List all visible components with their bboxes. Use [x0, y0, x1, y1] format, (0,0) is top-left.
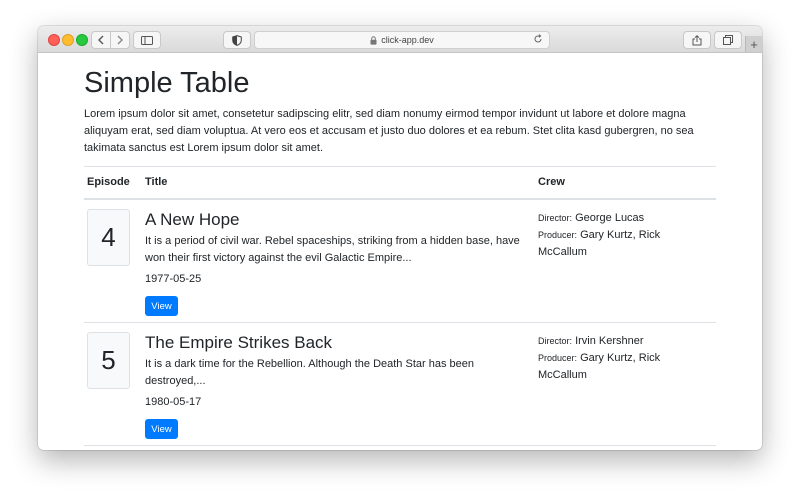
page-intro: Lorem ipsum dolor sit amet, consetetur s…: [84, 108, 694, 154]
table-row: 4 A New Hope It is a period of civil war…: [84, 200, 716, 323]
crew-info: Director: George Lucas Producer: Gary Ku…: [538, 210, 678, 261]
director-line: Director: Irvin Kershner: [538, 333, 678, 350]
column-header-title: Title: [145, 176, 168, 188]
film-title: A New Hope: [145, 210, 240, 229]
privacy-shield-icon: [232, 34, 242, 46]
column-header-episode: Episode: [87, 176, 130, 188]
lock-icon: [370, 35, 377, 45]
column-header-crew: Crew: [538, 176, 565, 188]
opening-crawl: It is a dark time for the Rebellion. Alt…: [145, 358, 474, 387]
crew-info: Director: Irvin Kershner Producer: Gary …: [538, 333, 678, 384]
opening-crawl: It is a period of civil war. Rebel space…: [145, 235, 520, 264]
url-text: click-app.dev: [381, 35, 434, 45]
share-button[interactable]: [683, 31, 711, 49]
share-icon: [692, 34, 702, 45]
navigation-buttons: [91, 31, 130, 49]
release-date: 1977-05-25: [145, 273, 202, 285]
forward-icon: [117, 35, 123, 45]
view-button[interactable]: View: [145, 296, 178, 316]
episode-number: 4: [87, 209, 130, 266]
table-row: 5 The Empire Strikes Back It is a dark t…: [84, 323, 716, 446]
browser-window: click-app.dev + Simple Table Lorem ipsum…: [38, 26, 762, 450]
producer-label: Producer:: [538, 353, 578, 363]
view-button[interactable]: View: [145, 419, 178, 439]
sidebar-icon: [141, 35, 153, 45]
forward-button[interactable]: [110, 32, 129, 48]
address-bar[interactable]: click-app.dev: [254, 31, 550, 49]
sidebar-button[interactable]: [133, 31, 161, 49]
director-name: Irvin Kershner: [575, 335, 644, 347]
back-icon: [98, 35, 104, 45]
table-top-border: [84, 166, 716, 167]
new-tab-button[interactable]: +: [745, 36, 762, 52]
browser-toolbar: click-app.dev +: [38, 26, 762, 53]
film-title: The Empire Strikes Back: [145, 333, 333, 352]
director-name: George Lucas: [575, 212, 645, 224]
privacy-report-button[interactable]: [223, 31, 251, 49]
director-label: Director:: [538, 336, 573, 346]
producer-label: Producer:: [538, 230, 578, 240]
tabs-icon: [723, 35, 733, 45]
release-date: 1980-05-17: [145, 396, 202, 408]
new-tab-icon: +: [750, 36, 758, 52]
producer-line: Producer: Gary Kurtz, Rick McCallum: [538, 227, 678, 261]
back-button[interactable]: [92, 32, 110, 48]
tabs-overview-button[interactable]: [714, 31, 742, 49]
director-label: Director:: [538, 213, 573, 223]
reload-icon[interactable]: [533, 34, 543, 44]
page-content: Simple Table Lorem ipsum dolor sit amet,…: [84, 52, 716, 450]
episode-number: 5: [87, 332, 130, 389]
row-divider: [84, 445, 716, 446]
minimize-window-button[interactable]: [62, 34, 74, 46]
zoom-window-button[interactable]: [76, 34, 88, 46]
producer-line: Producer: Gary Kurtz, Rick McCallum: [538, 350, 678, 384]
close-window-button[interactable]: [48, 34, 60, 46]
page-title: Simple Table: [84, 67, 250, 99]
director-line: Director: George Lucas: [538, 210, 678, 227]
